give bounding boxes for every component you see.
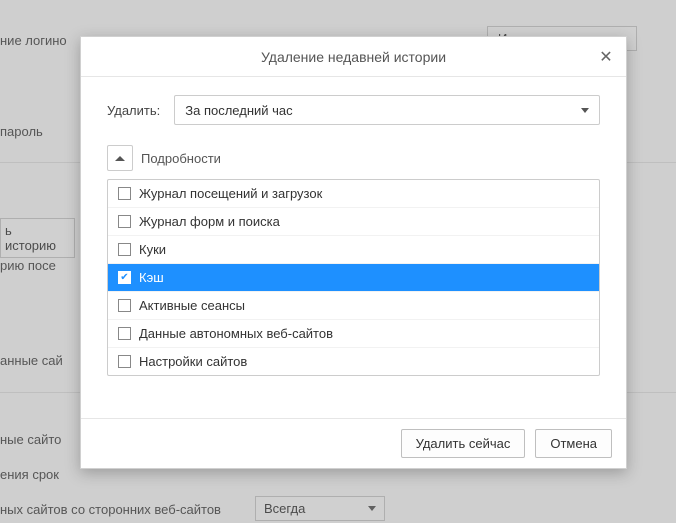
list-item-label: Данные автономных веб-сайтов: [139, 326, 333, 341]
checkbox[interactable]: ✔: [118, 271, 131, 284]
close-button[interactable]: ✕: [592, 43, 620, 71]
list-item[interactable]: Активные сеансы: [108, 291, 599, 319]
clear-history-dialog: Удаление недавней истории ✕ Удалить: За …: [80, 36, 627, 469]
chevron-button: [107, 145, 133, 171]
close-icon: ✕: [599, 47, 612, 67]
time-range-value: За последний час: [185, 103, 292, 118]
checkbox[interactable]: [118, 355, 131, 368]
dialog-title: Удаление недавней истории: [261, 49, 446, 65]
checkbox[interactable]: [118, 327, 131, 340]
clear-now-button[interactable]: Удалить сейчас: [401, 429, 526, 458]
details-list: Журнал посещений и загрузок Журнал форм и…: [107, 179, 600, 376]
list-item-label: Журнал форм и поиска: [139, 214, 280, 229]
details-label: Подробности: [141, 151, 221, 166]
time-range-row: Удалить: За последний час: [107, 95, 600, 125]
list-item-label: Куки: [139, 242, 166, 257]
list-item[interactable]: Куки: [108, 235, 599, 263]
list-item[interactable]: ✔ Кэш: [108, 263, 599, 291]
list-item-label: Кэш: [139, 270, 164, 285]
time-range-label: Удалить:: [107, 103, 160, 118]
list-item[interactable]: Настройки сайтов: [108, 347, 599, 375]
dialog-header: Удаление недавней истории ✕: [81, 37, 626, 77]
list-item[interactable]: Журнал посещений и загрузок: [108, 180, 599, 207]
details-toggle[interactable]: Подробности: [107, 145, 221, 171]
list-item[interactable]: Журнал форм и поиска: [108, 207, 599, 235]
checkbox[interactable]: [118, 187, 131, 200]
list-item-label: Журнал посещений и загрузок: [139, 186, 322, 201]
checkbox[interactable]: [118, 243, 131, 256]
chevron-up-icon: [115, 156, 125, 161]
cancel-button[interactable]: Отмена: [535, 429, 612, 458]
list-item[interactable]: Данные автономных веб-сайтов: [108, 319, 599, 347]
dialog-body: Удалить: За последний час Подробности Жу…: [81, 77, 626, 418]
time-range-select[interactable]: За последний час: [174, 95, 600, 125]
dialog-footer: Удалить сейчас Отмена: [81, 418, 626, 468]
checkbox[interactable]: [118, 215, 131, 228]
chevron-down-icon: [581, 108, 589, 113]
checkbox[interactable]: [118, 299, 131, 312]
list-item-label: Настройки сайтов: [139, 354, 247, 369]
list-item-label: Активные сеансы: [139, 298, 245, 313]
